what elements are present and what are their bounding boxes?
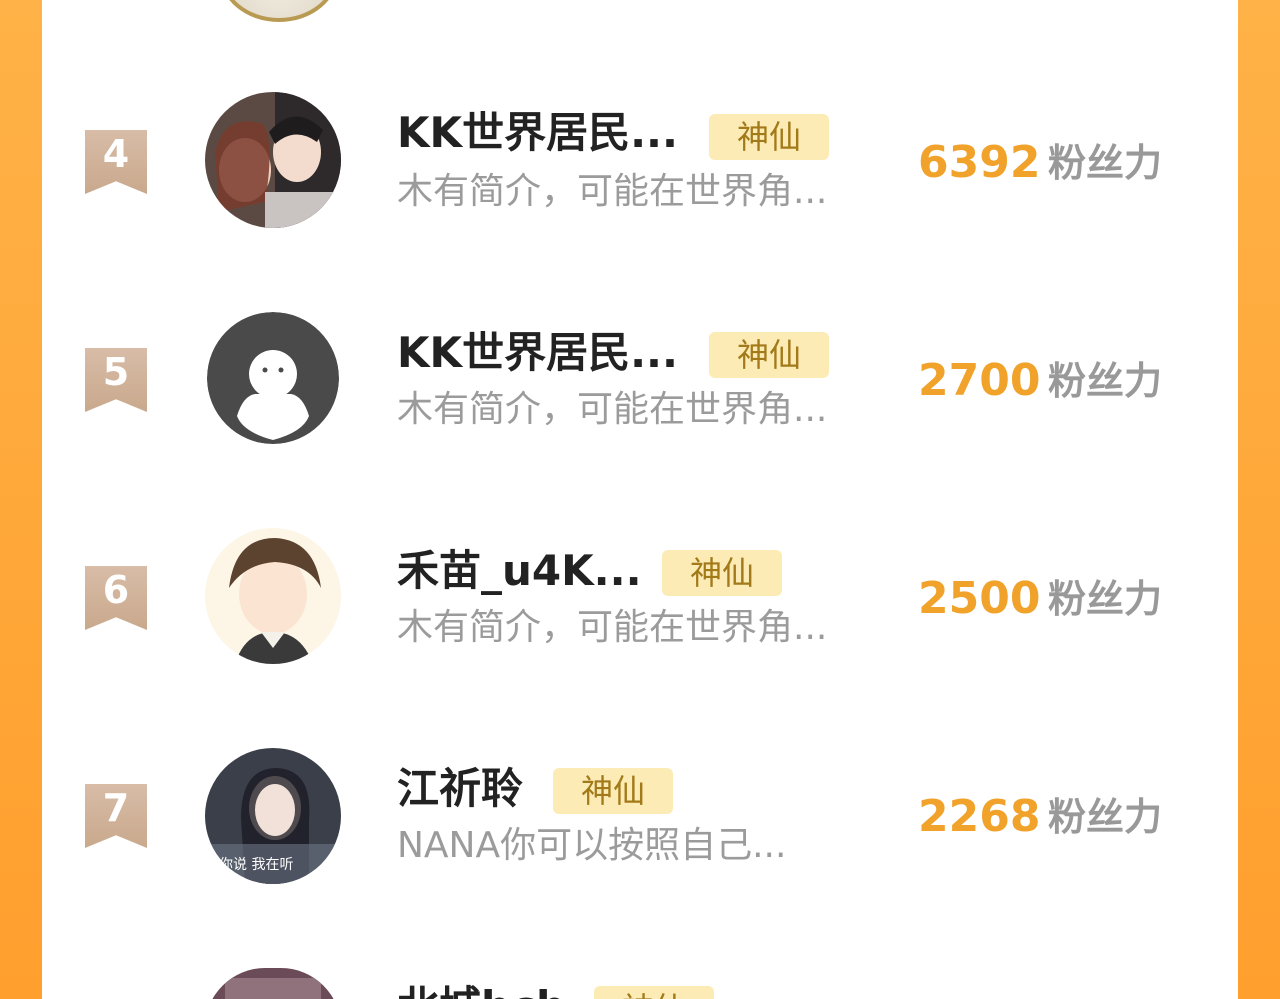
level-badge: 神仙 [553,768,673,814]
user-bio: 木有简介，可能在世界角... [397,171,828,212]
fan-score: 2500 [918,573,1041,624]
user-avatar[interactable] [205,968,341,999]
ranking-row[interactable]: 北城bcb 神仙 [0,964,1280,999]
rank-ribbon: 6 [85,566,147,630]
rank-ribbon: 7 [85,784,147,848]
ranking-row[interactable]: 6 禾苗_u4K... 神仙 木有简介，可能在世界角... 2500 粉丝力 [0,528,1280,678]
user-bio: 木有简介，可能在世界角... [397,607,828,648]
fan-score-label: 粉丝力 [1048,141,1163,185]
user-name[interactable]: 禾苗_u4K... [397,546,642,596]
user-name[interactable]: KK世界居民... [397,108,678,158]
fan-score: 2268 [918,791,1041,842]
user-avatar[interactable] [205,92,341,228]
ranking-row[interactable]: 5 KK世界居民... 神仙 木有简介，可能在世界角... 2700 粉丝力 [0,310,1280,460]
user-bio: 木有简介，可能在世界角... [397,389,828,430]
ranking-row[interactable]: 7 你说 我在听 江祈聆 神仙 NANA你可以按照自己... 2268 粉丝力 [0,746,1280,896]
user-bio: NANA你可以按照自己... [397,825,787,866]
user-avatar[interactable]: 你说 我在听 [205,748,341,884]
user-name[interactable]: 江祈聆 [397,764,523,814]
user-avatar[interactable] [205,528,341,664]
avatar-caption: 你说 我在听 [219,857,294,873]
ranking-row[interactable]: 4 KK世界居民... 神仙 木有简介，可能在世界角... 6392 粉丝力 [0,92,1280,242]
level-badge: 神仙 [709,332,829,378]
fan-score: 2700 [918,355,1041,406]
fan-score-label: 粉丝力 [1048,577,1163,621]
fan-score-label: 粉丝力 [1048,795,1163,839]
user-name[interactable]: 北城bcb [397,982,566,999]
rank-ribbon: 4 [85,130,147,194]
level-badge: 神仙 [662,550,782,596]
fan-score: 6392 [918,137,1041,188]
fan-score-label: 粉丝力 [1048,359,1163,403]
rank-ribbon: 5 [85,348,147,412]
level-badge: 神仙 [594,986,714,999]
user-name[interactable]: KK世界居民... [397,328,678,378]
level-badge: 神仙 [709,114,829,160]
default-avatar-icon[interactable] [207,312,339,444]
